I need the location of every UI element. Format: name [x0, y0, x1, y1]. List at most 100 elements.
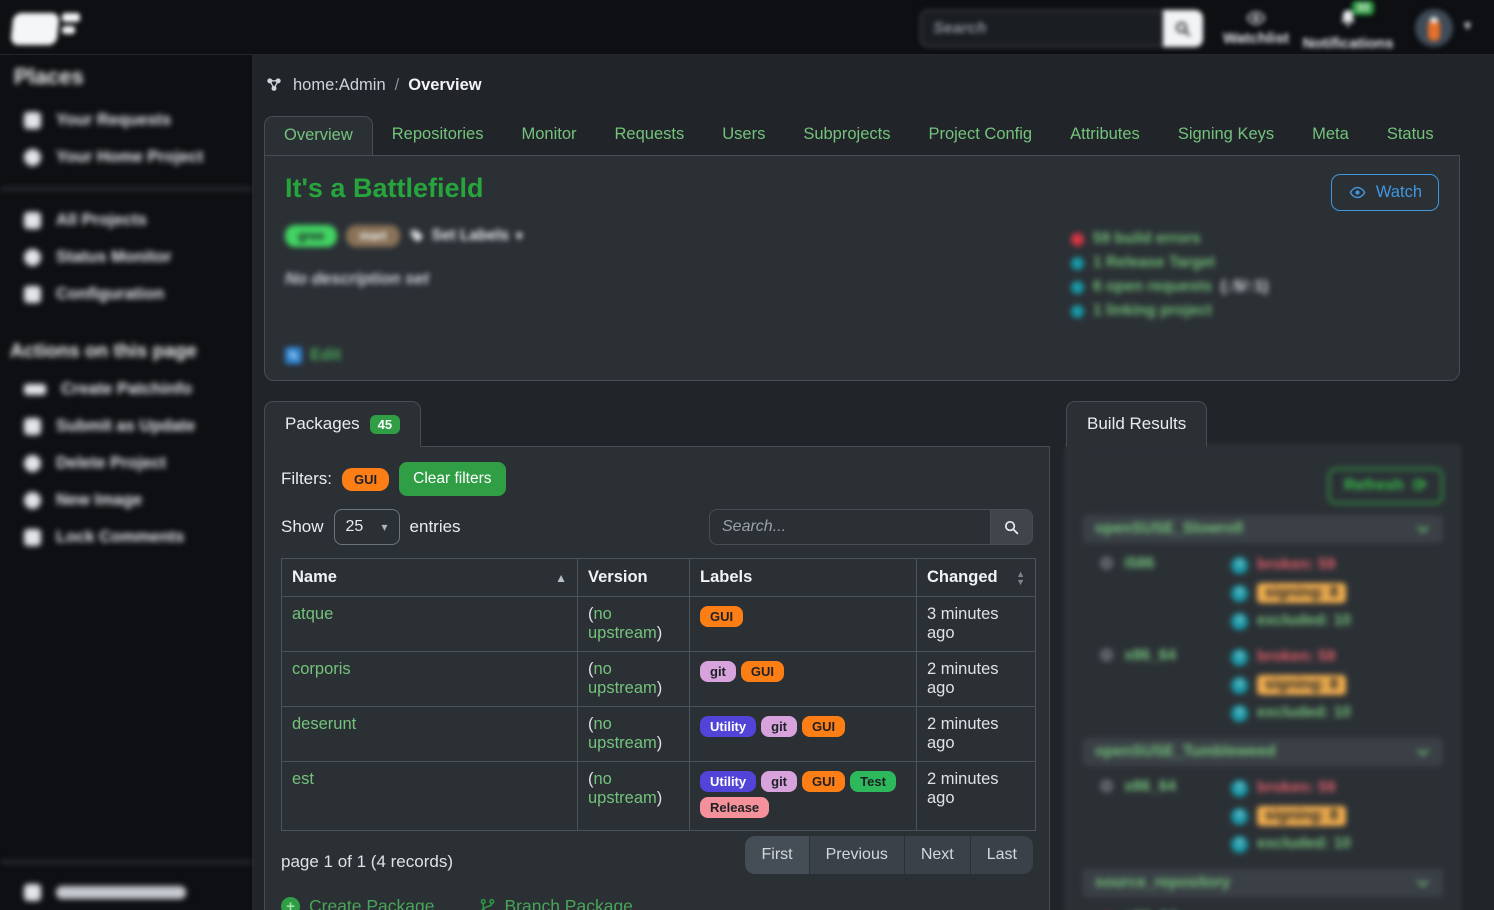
version-link[interactable]: no upstream: [588, 770, 657, 807]
pagination-first[interactable]: First: [745, 836, 808, 874]
user-avatar[interactable]: [1415, 9, 1453, 47]
version-link[interactable]: no upstream: [588, 660, 657, 697]
pagination-summary: page 1 of 1 (4 records): [281, 852, 453, 872]
clear-filters-button[interactable]: Clear filters: [399, 462, 505, 496]
tab-project-config[interactable]: Project Config: [909, 116, 1051, 155]
package-search-button[interactable]: [991, 509, 1033, 545]
arch-cell: ⚙x86_64: [1083, 774, 1231, 858]
package-link[interactable]: atque: [292, 605, 333, 623]
tab-subprojects[interactable]: Subprojects: [784, 116, 909, 155]
build-status-signing[interactable]: ?signing: 8: [1231, 802, 1443, 830]
arch-link[interactable]: x86_64: [1124, 643, 1176, 669]
label-pill-git[interactable]: git: [761, 716, 797, 737]
question-circle-icon: ?: [1231, 557, 1248, 574]
build-info-item[interactable]: 6 open requests(↓5/↑1): [1071, 275, 1268, 299]
sidebar-item-lock-comments[interactable]: Lock Comments: [0, 519, 252, 556]
build-status-excluded[interactable]: ?excluded: 10: [1231, 830, 1443, 858]
build-status-broken[interactable]: ?broken: 59: [1231, 774, 1443, 802]
label-pill-gui[interactable]: GUI: [700, 606, 743, 627]
sidebar-item-new-image[interactable]: New Image: [0, 482, 252, 519]
column-header-changed[interactable]: Changed▲▼: [917, 559, 1036, 597]
tab-meta[interactable]: Meta: [1293, 116, 1368, 155]
label-pill-gui[interactable]: GUI: [802, 771, 845, 792]
repository-header-opensuse-tumbleweed[interactable]: openSUSE_Tumbleweed: [1083, 738, 1443, 766]
tab-requests[interactable]: Requests: [596, 116, 704, 155]
tab-repositories[interactable]: Repositories: [373, 116, 503, 155]
filter-pill-gui[interactable]: GUI: [342, 468, 389, 491]
repository-header-opensuse-slowroll[interactable]: openSUSE_Slowroll: [1083, 515, 1443, 543]
tab-status[interactable]: Status: [1368, 116, 1453, 155]
build-info-item[interactable]: 1 linking project: [1071, 299, 1268, 323]
app-logo[interactable]: [12, 5, 84, 51]
user-menu-caret-icon[interactable]: ▾: [1464, 17, 1471, 34]
chevron-down-icon: [1415, 521, 1431, 537]
build-info-item[interactable]: 1 Release Target: [1071, 251, 1268, 275]
watch-button[interactable]: Watch: [1331, 174, 1439, 211]
package-search-input[interactable]: [709, 509, 991, 545]
sidebar-item-your-requests[interactable]: Your Requests: [0, 102, 252, 139]
create-package-button[interactable]: + Create Package: [281, 896, 435, 910]
arch-link[interactable]: x86_64: [1124, 774, 1176, 800]
tab-signing-keys[interactable]: Signing Keys: [1159, 116, 1293, 155]
tab-attributes[interactable]: Attributes: [1051, 116, 1159, 155]
label-pill-test[interactable]: Test: [850, 771, 896, 792]
column-header-name[interactable]: Name▲: [282, 559, 578, 597]
sidebar-item-create-patchinfo[interactable]: Create Patchinfo: [0, 371, 252, 408]
pagination-next[interactable]: Next: [904, 836, 970, 874]
tab-overview[interactable]: Overview: [264, 116, 373, 156]
global-search-input[interactable]: [920, 10, 1163, 47]
package-link[interactable]: deserunt: [292, 715, 356, 733]
label-pill-gui[interactable]: GUI: [802, 716, 845, 737]
pagination-last[interactable]: Last: [970, 836, 1033, 874]
repository-header-source-repository[interactable]: source_repository: [1083, 869, 1443, 897]
version-link[interactable]: no upstream: [588, 715, 657, 752]
watchlist-button[interactable]: Watchlist: [1218, 8, 1294, 47]
sidebar-item-configuration[interactable]: Configuration: [0, 276, 252, 313]
edit-link[interactable]: ✎ Edit: [285, 346, 341, 365]
set-labels-button[interactable]: Set Labels ▾: [409, 227, 523, 245]
sidebar-item-submit-as-update[interactable]: Submit as Update: [0, 408, 252, 445]
project-label[interactable]: gree: [285, 225, 337, 247]
build-status-excluded[interactable]: ?excluded: 10: [1231, 699, 1443, 727]
notifications-button[interactable]: 33 Notifications: [1298, 8, 1398, 52]
column-header-labels[interactable]: Labels: [690, 559, 917, 597]
page-size-select[interactable]: 25 ▾: [334, 509, 400, 545]
global-search-button[interactable]: [1163, 10, 1203, 47]
build-status-excluded[interactable]: ?excluded: 10: [1231, 607, 1443, 635]
sidebar-item-label: New Image: [56, 491, 142, 510]
label-pill-git[interactable]: git: [761, 771, 797, 792]
build-info-item[interactable]: 59 build errors: [1071, 227, 1268, 251]
label-pill-release[interactable]: Release: [700, 797, 769, 818]
label-pill-git[interactable]: git: [700, 661, 736, 682]
column-header-version[interactable]: Version: [578, 559, 690, 597]
status-dot-icon: [1071, 233, 1084, 246]
sidebar-item-all-projects[interactable]: All Projects: [0, 202, 252, 239]
build-status-broken[interactable]: ?broken: 59: [1231, 643, 1443, 671]
tab-build-results[interactable]: Build Results: [1066, 401, 1207, 447]
label-pill-utility[interactable]: Utility: [700, 716, 756, 737]
package-version-cell: (no upstream): [578, 652, 690, 707]
tab-packages[interactable]: Packages 45: [264, 401, 421, 447]
build-status-signing[interactable]: ?signing: 8: [1231, 579, 1443, 607]
package-link[interactable]: est: [292, 770, 314, 788]
refresh-button[interactable]: Refresh ⟳: [1328, 468, 1443, 504]
build-status-signing[interactable]: ?signing: 8: [1231, 671, 1443, 699]
project-tabbar: OverviewRepositoriesMonitorRequestsUsers…: [264, 116, 1460, 156]
sidebar-item-delete-project[interactable]: Delete Project: [0, 445, 252, 482]
sidebar-item-your-home-project[interactable]: Your Home Project: [0, 139, 252, 176]
tab-users[interactable]: Users: [703, 116, 784, 155]
sidebar-item-status-monitor[interactable]: Status Monitor: [0, 239, 252, 276]
arch-link[interactable]: i586: [1124, 551, 1154, 577]
arch-link[interactable]: x86_64: [1125, 905, 1177, 910]
breadcrumb-project-link[interactable]: home:Admin: [293, 76, 386, 95]
project-label[interactable]: mart: [346, 225, 399, 247]
label-pill-utility[interactable]: Utility: [700, 771, 756, 792]
pagination-previous[interactable]: Previous: [809, 836, 904, 874]
sidebar-item-partial[interactable]: [0, 875, 252, 910]
tab-monitor[interactable]: Monitor: [502, 116, 595, 155]
branch-package-button[interactable]: Branch Package: [479, 896, 633, 910]
label-pill-gui[interactable]: GUI: [741, 661, 784, 682]
version-link[interactable]: no upstream: [588, 605, 657, 642]
build-status-broken[interactable]: ?broken: 59: [1231, 551, 1443, 579]
package-link[interactable]: corporis: [292, 660, 351, 678]
